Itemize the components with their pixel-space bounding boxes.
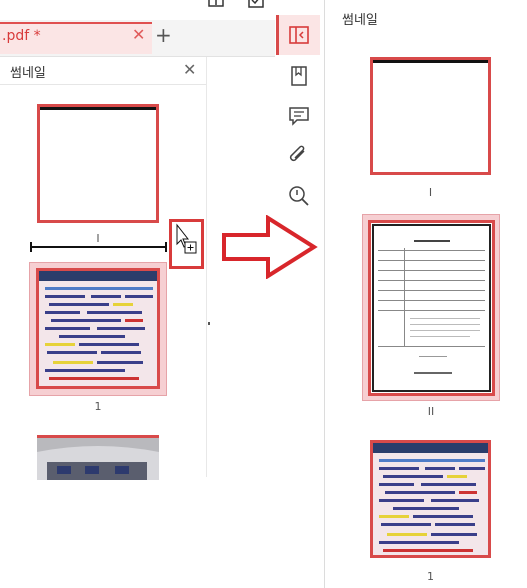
- attachment-icon[interactable]: [287, 144, 311, 168]
- search-icon[interactable]: [287, 184, 311, 208]
- panel-title: 썸네일: [342, 13, 378, 28]
- side-toolbar: [278, 0, 324, 588]
- thumbnail-page-i[interactable]: [370, 57, 491, 175]
- thumbnail-page-2[interactable]: [37, 435, 159, 480]
- stadium-image: [37, 438, 159, 480]
- top-toolbar: [0, 0, 275, 20]
- bookmark-icon[interactable]: [287, 64, 311, 88]
- thumbnail-page-i[interactable]: [37, 104, 159, 223]
- thumbnail-label: I: [428, 186, 433, 199]
- splitter-handle[interactable]: [208, 322, 210, 325]
- checkbox-tool-icon[interactable]: [247, 0, 267, 10]
- thumbnail-page-1[interactable]: [370, 440, 491, 558]
- comment-icon[interactable]: [287, 104, 311, 128]
- close-icon[interactable]: ✕: [183, 62, 196, 78]
- arrow-right-icon: [222, 215, 318, 279]
- drag-cursor-highlight: [169, 219, 204, 269]
- thumbnail-page-1[interactable]: [36, 268, 160, 389]
- close-icon[interactable]: ✕: [132, 27, 145, 43]
- text-tool-icon[interactable]: [206, 0, 226, 10]
- add-tab-button[interactable]: +: [155, 25, 172, 45]
- document-form-preview: [372, 224, 491, 392]
- insertion-marker: [30, 242, 167, 252]
- thumbnail-label: I: [96, 232, 100, 245]
- panel-divider: [0, 84, 206, 85]
- thumbnail-label: 1: [427, 570, 434, 583]
- panel-toggle-icon[interactable]: [287, 23, 311, 47]
- thumbnail-label: 1: [94, 400, 102, 413]
- tab-title: .pdf *: [2, 28, 41, 44]
- thumbnail-label: II: [427, 405, 435, 418]
- drag-copy-cursor-icon: [176, 223, 197, 254]
- panel-title: 썸네일: [10, 66, 46, 81]
